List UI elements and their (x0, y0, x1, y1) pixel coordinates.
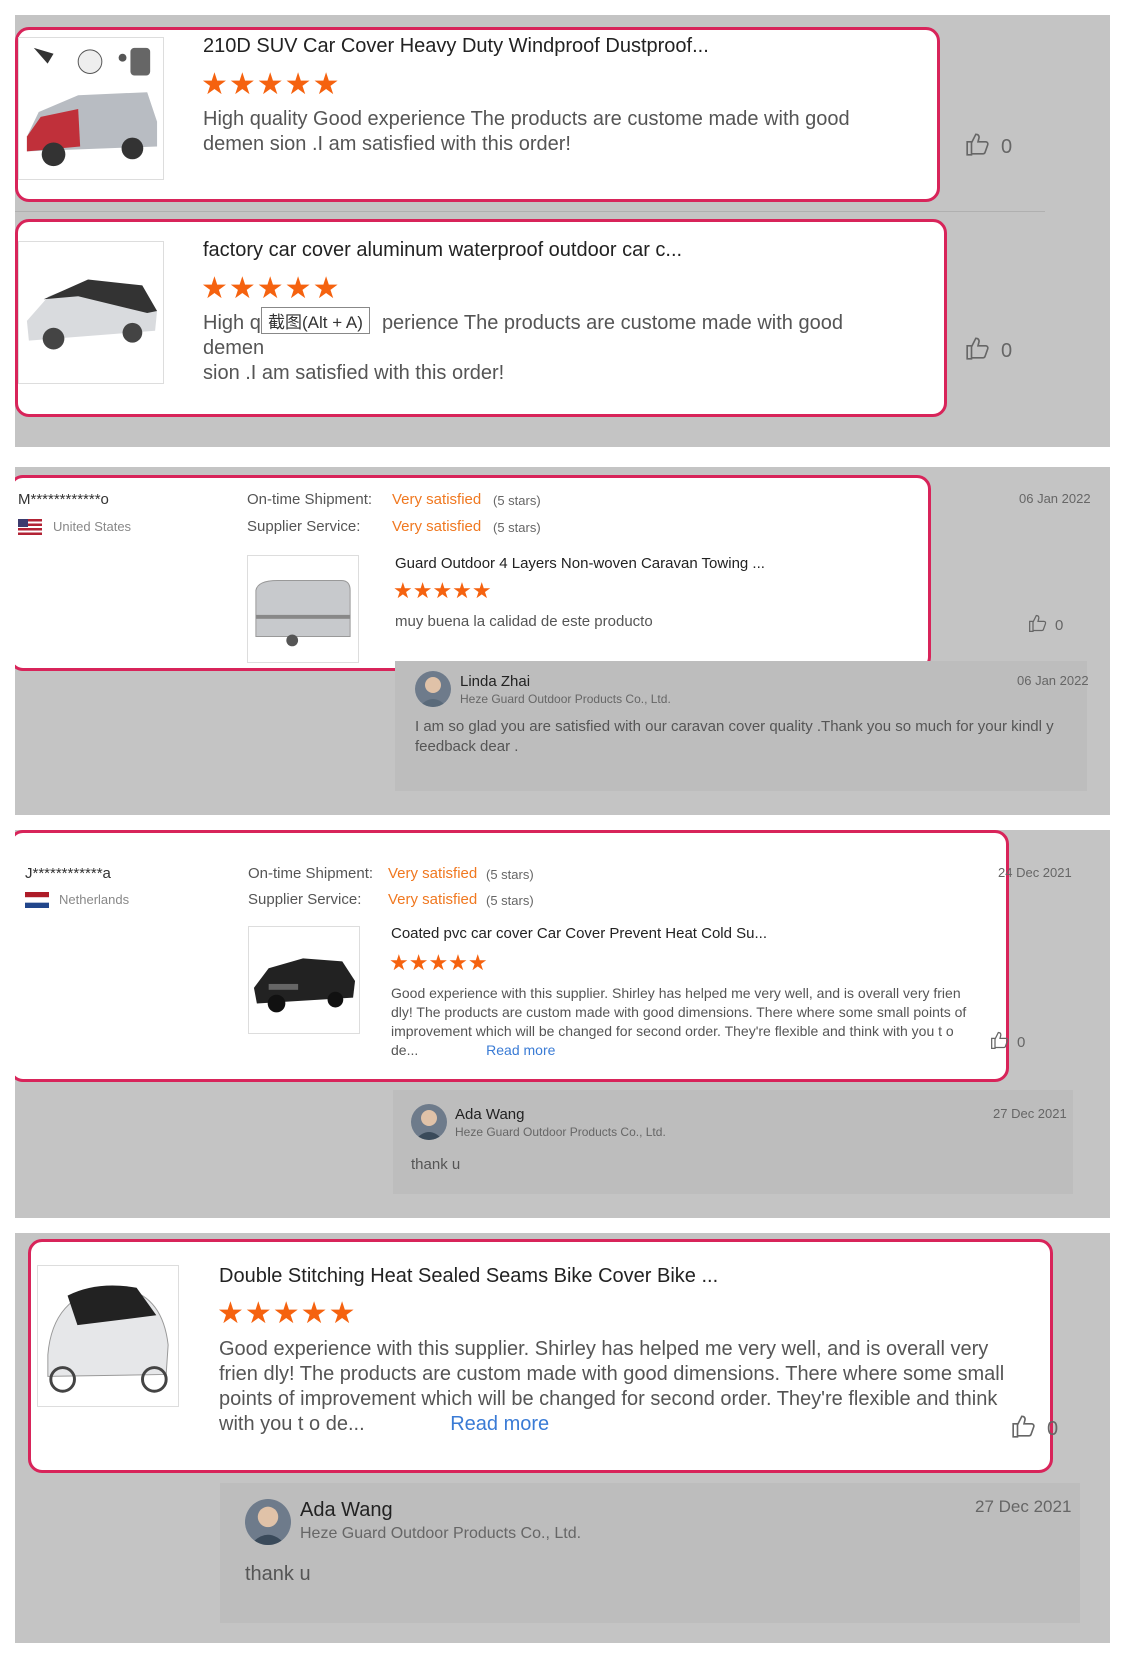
reply-company: Heze Guard Outdoor Products Co., Ltd. (460, 692, 671, 706)
product-title[interactable]: Coated pvc car cover Car Cover Prevent H… (391, 925, 767, 942)
review-text-body: Good experience with this supplier. Shir… (391, 985, 967, 1058)
review-text: Good experience with this supplier. Shir… (391, 984, 983, 1060)
review-panel-3: J************a Netherlands On-time Shipm… (15, 830, 1110, 1218)
reply-date: 06 Jan 2022 (1017, 673, 1089, 688)
like-count: 0 (1001, 135, 1013, 158)
avatar (245, 1499, 291, 1545)
supplier-reply: Linda Zhai Heze Guard Outdoor Products C… (395, 661, 1089, 791)
review-text-end: sion .I am satisfied with this order! (203, 362, 505, 384)
service-label: Supplier Service: (247, 518, 361, 535)
reply-date: 27 Dec 2021 (975, 1497, 1072, 1516)
like-button[interactable]: 0 (1028, 613, 1063, 637)
reviewer-name: M************o (18, 491, 109, 508)
reply-text: thank u (245, 1563, 311, 1585)
reviewer-name: J************a (25, 865, 111, 882)
thumbs-up-icon (965, 335, 991, 367)
review-panel-1: 210D SUV Car Cover Heavy Duty Windproof … (15, 15, 1110, 447)
thumbs-up-icon (990, 1030, 1010, 1054)
reviewer-country: United States (53, 519, 132, 534)
reply-company: Heze Guard Outdoor Products Co., Ltd. (300, 1525, 582, 1542)
service-stars: (5 stars) (486, 893, 534, 908)
like-count: 0 (1055, 616, 1064, 634)
shipment-stars: (5 stars) (486, 867, 534, 882)
avatar (411, 1104, 447, 1140)
thumbs-up-icon (1011, 1413, 1037, 1445)
reply-company: Heze Guard Outdoor Products Co., Ltd. (455, 1125, 666, 1139)
netherlands-flag-icon (25, 892, 49, 908)
reviewer-country: Netherlands (59, 892, 130, 907)
review-text-body: Good experience with this supplier. Shir… (219, 1338, 1005, 1435)
product-thumbnail[interactable] (18, 241, 164, 384)
reply-name: Linda Zhai (460, 673, 531, 690)
car-cover-image (19, 242, 163, 383)
review-panel-4: Double Stitching Heat Sealed Seams Bike … (15, 1233, 1110, 1643)
star-rating: ★★★★★ (217, 1297, 357, 1330)
read-more-link[interactable]: Read more (450, 1413, 549, 1435)
shipment-stars: (5 stars) (493, 493, 541, 508)
screenshot-tooltip: 截图(Alt + A) (261, 307, 370, 334)
review-date: 24 Dec 2021 (998, 865, 1072, 880)
shipment-rating: Very satisfied (388, 865, 478, 882)
like-count: 0 (1001, 339, 1013, 362)
like-button[interactable]: 0 (990, 1030, 1025, 1054)
product-title[interactable]: Guard Outdoor 4 Layers Non-woven Caravan… (395, 555, 765, 572)
shipment-label: On-time Shipment: (248, 865, 374, 882)
review-text: High quality Good experience The product… (203, 108, 850, 155)
supplier-reply: Ada Wang Heze Guard Outdoor Products Co.… (220, 1483, 1080, 1623)
like-button[interactable]: 0 (1011, 1413, 1058, 1445)
like-button[interactable]: 0 (965, 335, 1012, 367)
divider (15, 211, 1045, 212)
review-panel-2: M************o United States On-time Shi… (15, 467, 1110, 815)
product-thumbnail[interactable] (247, 555, 359, 663)
product-thumbnail[interactable] (18, 37, 164, 180)
product-title[interactable]: factory car cover aluminum waterproof ou… (203, 239, 682, 262)
car-cover-image (249, 927, 359, 1033)
reply-text: thank u (411, 1156, 461, 1173)
reply-name: Ada Wang (300, 1499, 393, 1521)
review-text: muy buena la calidad de este producto (395, 613, 653, 630)
reply-name: Ada Wang (455, 1106, 525, 1123)
suv-cover-image (19, 38, 163, 179)
like-button[interactable]: 0 (965, 131, 1012, 163)
reply-date: 27 Dec 2021 (993, 1106, 1067, 1121)
caravan-cover-image (248, 556, 358, 662)
like-count: 0 (1017, 1033, 1026, 1051)
star-rating: ★★★★★ (201, 272, 341, 305)
review-date: 06 Jan 2022 (1019, 491, 1091, 506)
shipment-label: On-time Shipment: (247, 491, 373, 508)
review-text: Good experience with this supplier. Shir… (219, 1337, 1009, 1437)
star-rating: ★★★★★ (389, 950, 488, 975)
star-rating: ★★★★★ (201, 68, 341, 101)
product-thumbnail[interactable] (37, 1265, 179, 1407)
bike-cover-image (38, 1266, 178, 1406)
thumbs-up-icon (1028, 613, 1048, 637)
star-rating: ★★★★★ (393, 578, 492, 603)
like-count: 0 (1047, 1417, 1059, 1440)
product-thumbnail[interactable] (248, 926, 360, 1034)
avatar (415, 671, 451, 707)
read-more-link[interactable]: Read more (486, 1042, 555, 1058)
product-title[interactable]: 210D SUV Car Cover Heavy Duty Windproof … (203, 35, 709, 58)
service-rating: Very satisfied (392, 518, 482, 535)
product-title[interactable]: Double Stitching Heat Sealed Seams Bike … (219, 1265, 718, 1288)
shipment-rating: Very satisfied (392, 491, 482, 508)
us-flag-icon (18, 519, 42, 535)
thumbs-up-icon (965, 131, 991, 163)
service-stars: (5 stars) (493, 520, 541, 535)
supplier-reply: Ada Wang Heze Guard Outdoor Products Co.… (393, 1090, 1073, 1194)
reply-text: I am so glad you are satisfied with our … (415, 718, 1054, 755)
service-rating: Very satisfied (388, 891, 478, 908)
service-label: Supplier Service: (248, 891, 362, 908)
